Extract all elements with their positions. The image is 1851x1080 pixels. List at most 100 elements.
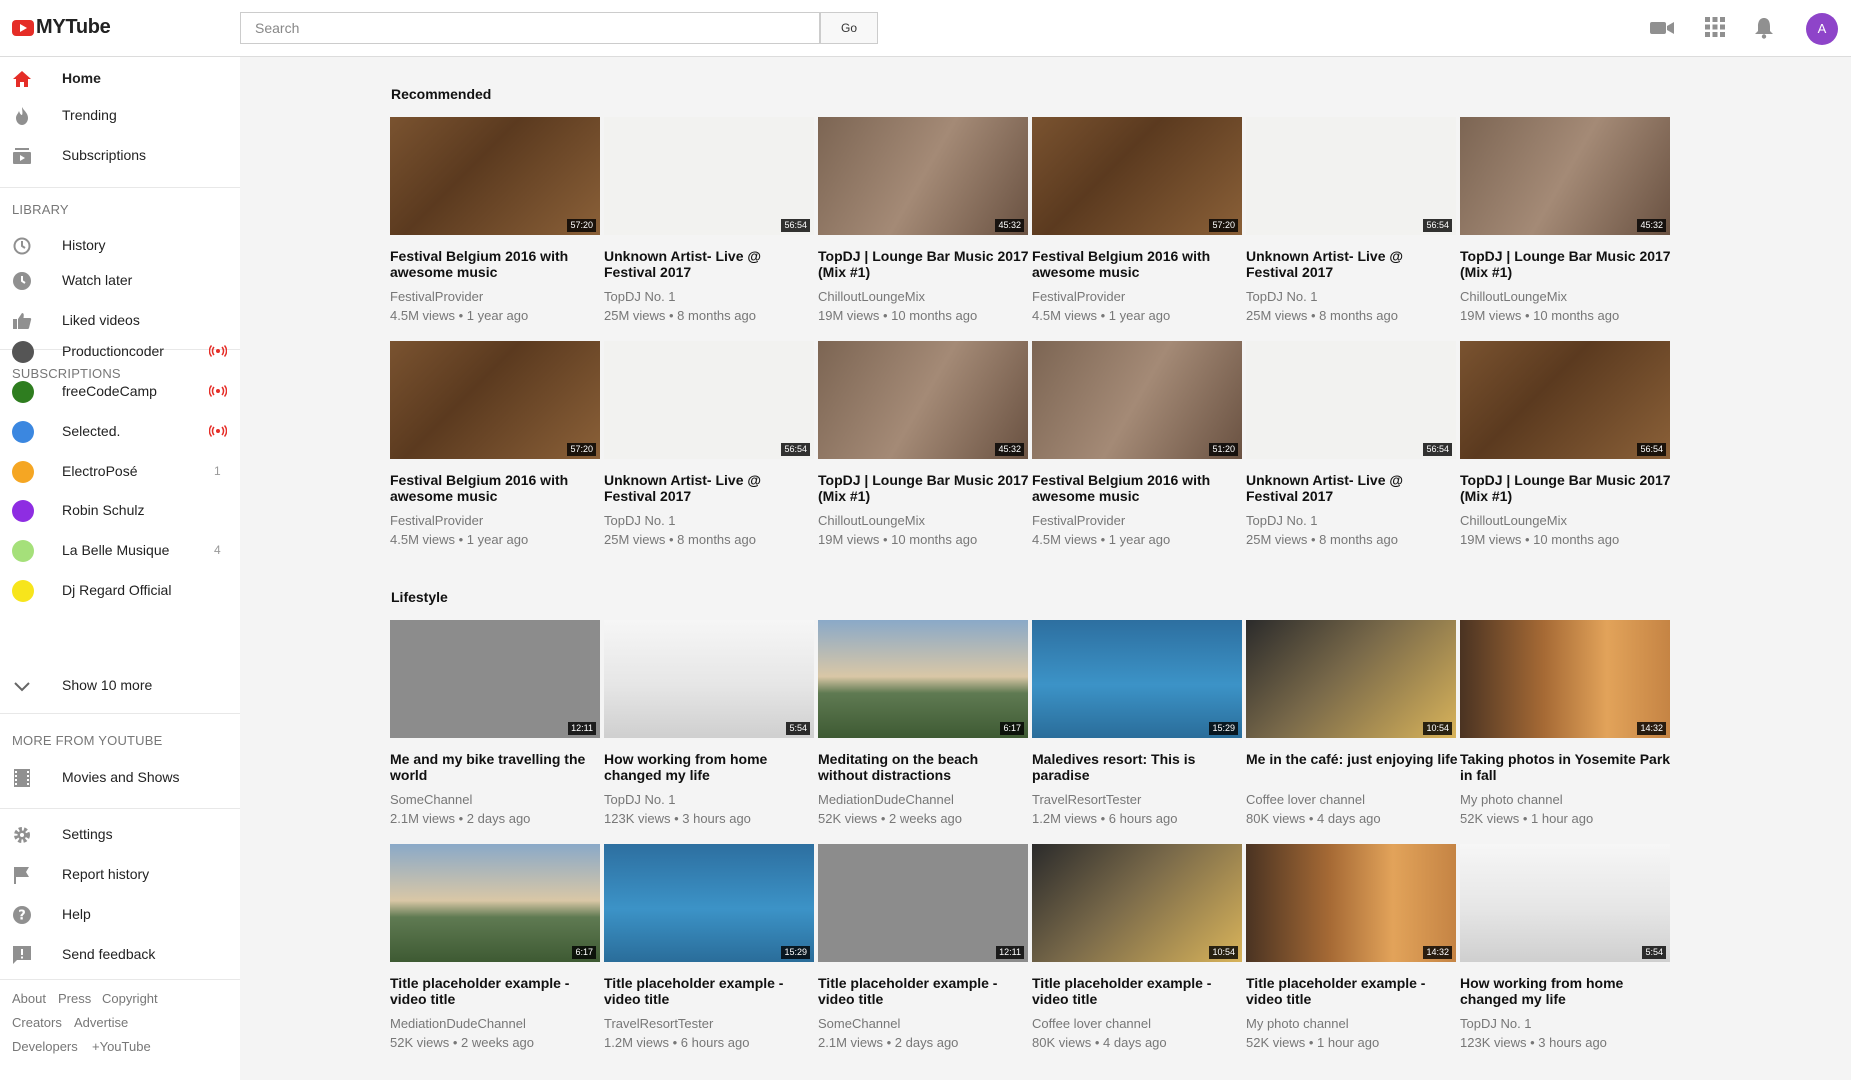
search-input[interactable]: Search [240, 12, 820, 44]
video-thumbnail[interactable]: 10:54 [1032, 844, 1242, 962]
sidebar-item-send-feedback[interactable]: Send feedback [0, 938, 240, 970]
sidebar-item-movies-and-shows[interactable]: Movies and Shows [0, 761, 240, 793]
video-title[interactable]: Title placeholder example - video title [390, 975, 602, 1007]
video-title[interactable]: Festival Belgium 2016 with awesome music [390, 248, 602, 280]
sidebar-item-report-history[interactable]: Report history [0, 858, 240, 890]
bell-icon[interactable] [1754, 17, 1774, 39]
video-card[interactable]: 57:20 Festival Belgium 2016 with awesome … [390, 341, 602, 547]
video-thumbnail[interactable]: 57:20 [390, 341, 600, 459]
video-card[interactable]: 56:54 Unknown Artist- Live @ Festival 201… [604, 341, 816, 547]
video-title[interactable]: TopDJ | Lounge Bar Music 2017 (Mix #1) [1460, 248, 1672, 280]
video-thumbnail[interactable]: 51:20 [1032, 341, 1242, 459]
video-thumbnail[interactable]: 45:32 [818, 341, 1028, 459]
footer-link-advertise[interactable]: Advertise [74, 1015, 128, 1030]
channel-name[interactable]: My photo channel [1460, 792, 1672, 807]
video-card[interactable]: 45:32 TopDJ | Lounge Bar Music 2017 (Mix … [818, 341, 1030, 547]
video-thumbnail[interactable]: 56:54 [604, 117, 814, 235]
video-card[interactable]: 6:17 Meditating on the beach without dist… [818, 620, 1030, 826]
video-title[interactable]: Festival Belgium 2016 with awesome music [1032, 248, 1244, 280]
video-thumbnail[interactable]: 12:11 [818, 844, 1028, 962]
video-title[interactable]: Unknown Artist- Live @ Festival 2017 [604, 472, 816, 504]
sidebar-item-settings[interactable]: Settings [0, 818, 240, 850]
video-thumbnail[interactable]: 15:29 [1032, 620, 1242, 738]
apps-grid-icon[interactable] [1705, 17, 1725, 37]
video-thumbnail[interactable]: 15:29 [604, 844, 814, 962]
footer-link-copyright[interactable]: Copyright [102, 991, 158, 1006]
channel-name[interactable]: ChilloutLoungeMix [818, 289, 1030, 304]
sidebar-item-help[interactable]: ? Help [0, 898, 240, 930]
channel-name[interactable]: SomeChannel [390, 792, 602, 807]
video-title[interactable]: Unknown Artist- Live @ Festival 2017 [1246, 472, 1458, 504]
video-thumbnail[interactable]: 57:20 [390, 117, 600, 235]
video-card[interactable]: 56:54 Unknown Artist- Live @ Festival 201… [1246, 341, 1458, 547]
subscription-item[interactable]: Selected. [0, 415, 240, 447]
video-thumbnail[interactable]: 14:32 [1246, 844, 1456, 962]
video-thumbnail[interactable]: 56:54 [1246, 117, 1456, 235]
video-card[interactable]: 57:20 Festival Belgium 2016 with awesome … [390, 117, 602, 323]
video-thumbnail[interactable]: 10:54 [1246, 620, 1456, 738]
video-title[interactable]: Festival Belgium 2016 with awesome music [390, 472, 602, 504]
channel-name[interactable]: Coffee lover channel [1032, 1016, 1244, 1031]
video-card[interactable]: 14:32 Taking photos in Yosemite Park in f… [1460, 620, 1672, 826]
video-title[interactable]: Meditating on the beach without distract… [818, 751, 1030, 783]
channel-name[interactable]: TravelResortTester [604, 1016, 816, 1031]
channel-name[interactable]: FestivalProvider [390, 513, 602, 528]
video-title[interactable]: Unknown Artist- Live @ Festival 2017 [1246, 248, 1458, 280]
video-title[interactable]: How working from home changed my life [1460, 975, 1672, 1007]
video-thumbnail[interactable]: 57:20 [1032, 117, 1242, 235]
subscription-item[interactable]: La Belle Musique 4 [0, 534, 240, 566]
video-title[interactable]: Title placeholder example - video title [1032, 975, 1244, 1007]
user-avatar[interactable]: A [1806, 13, 1838, 45]
subscription-item[interactable]: Robin Schulz [0, 494, 240, 526]
video-title[interactable]: Me and my bike travelling the world [390, 751, 602, 783]
video-card[interactable]: 56:54 Unknown Artist- Live @ Festival 201… [604, 117, 816, 323]
video-title[interactable]: TopDJ | Lounge Bar Music 2017 (Mix #1) [818, 472, 1030, 504]
video-card[interactable]: 12:11 Title placeholder example - video t… [818, 844, 1030, 1050]
sidebar-item-liked-videos[interactable]: Liked videos [0, 304, 240, 336]
sidebar-item-watch-later[interactable]: Watch later [0, 264, 240, 296]
subscription-item[interactable]: ElectroPosé 1 [0, 455, 240, 487]
sidebar-item-history[interactable]: History [0, 229, 240, 261]
video-thumbnail[interactable]: 56:54 [1460, 341, 1670, 459]
video-card[interactable]: 12:11 Me and my bike travelling the world… [390, 620, 602, 826]
subscription-item[interactable]: Dj Regard Official [0, 574, 240, 606]
video-thumbnail[interactable]: 6:17 [818, 620, 1028, 738]
sidebar-item-home[interactable]: Home [0, 62, 240, 94]
channel-name[interactable]: TopDJ No. 1 [1246, 289, 1458, 304]
video-card[interactable]: 15:29 Maledives resort: This is paradise T… [1032, 620, 1244, 826]
video-title[interactable]: Title placeholder example - video title [818, 975, 1030, 1007]
video-card[interactable]: 56:54 TopDJ | Lounge Bar Music 2017 (Mix … [1460, 341, 1672, 547]
video-card[interactable]: 56:54 Unknown Artist- Live @ Festival 201… [1246, 117, 1458, 323]
channel-name[interactable]: ChilloutLoungeMix [1460, 513, 1672, 528]
footer-link-developers[interactable]: Developers [12, 1039, 78, 1054]
video-card[interactable]: 57:20 Festival Belgium 2016 with awesome … [1032, 117, 1244, 323]
channel-name[interactable]: TopDJ No. 1 [604, 289, 816, 304]
video-card[interactable]: 45:32 TopDJ | Lounge Bar Music 2017 (Mix … [1460, 117, 1672, 323]
footer-link-youtube-plus[interactable]: +YouTube [92, 1039, 151, 1054]
video-card[interactable]: 6:17 Title placeholder example - video ti… [390, 844, 602, 1050]
video-thumbnail[interactable]: 5:54 [604, 620, 814, 738]
video-title[interactable]: TopDJ | Lounge Bar Music 2017 (Mix #1) [1460, 472, 1672, 504]
channel-name[interactable]: TopDJ No. 1 [604, 792, 816, 807]
channel-name[interactable]: FestivalProvider [390, 289, 602, 304]
video-title[interactable]: Unknown Artist- Live @ Festival 2017 [604, 248, 816, 280]
video-card[interactable]: 45:32 TopDJ | Lounge Bar Music 2017 (Mix … [818, 117, 1030, 323]
video-title[interactable]: Me in the café: just enjoying life [1246, 751, 1458, 783]
channel-name[interactable]: MediationDudeChannel [390, 1016, 602, 1031]
channel-name[interactable]: TopDJ No. 1 [1460, 1016, 1672, 1031]
channel-name[interactable]: TopDJ No. 1 [604, 513, 816, 528]
footer-link-about[interactable]: About [12, 991, 46, 1006]
video-thumbnail[interactable]: 56:54 [604, 341, 814, 459]
video-card[interactable]: 14:32 Title placeholder example - video t… [1246, 844, 1458, 1050]
channel-name[interactable]: TopDJ No. 1 [1246, 513, 1458, 528]
channel-name[interactable]: Coffee lover channel [1246, 792, 1458, 807]
video-title[interactable]: Title placeholder example - video title [1246, 975, 1458, 1007]
video-thumbnail[interactable]: 6:17 [390, 844, 600, 962]
channel-name[interactable]: MediationDudeChannel [818, 792, 1030, 807]
app-logo[interactable]: MYTube [12, 16, 111, 39]
video-thumbnail[interactable]: 45:32 [818, 117, 1028, 235]
footer-link-press[interactable]: Press [58, 991, 91, 1006]
video-thumbnail[interactable]: 56:54 [1246, 341, 1456, 459]
video-card[interactable]: 10:54 Me in the café: just enjoying life C… [1246, 620, 1458, 826]
video-card[interactable]: 10:54 Title placeholder example - video t… [1032, 844, 1244, 1050]
